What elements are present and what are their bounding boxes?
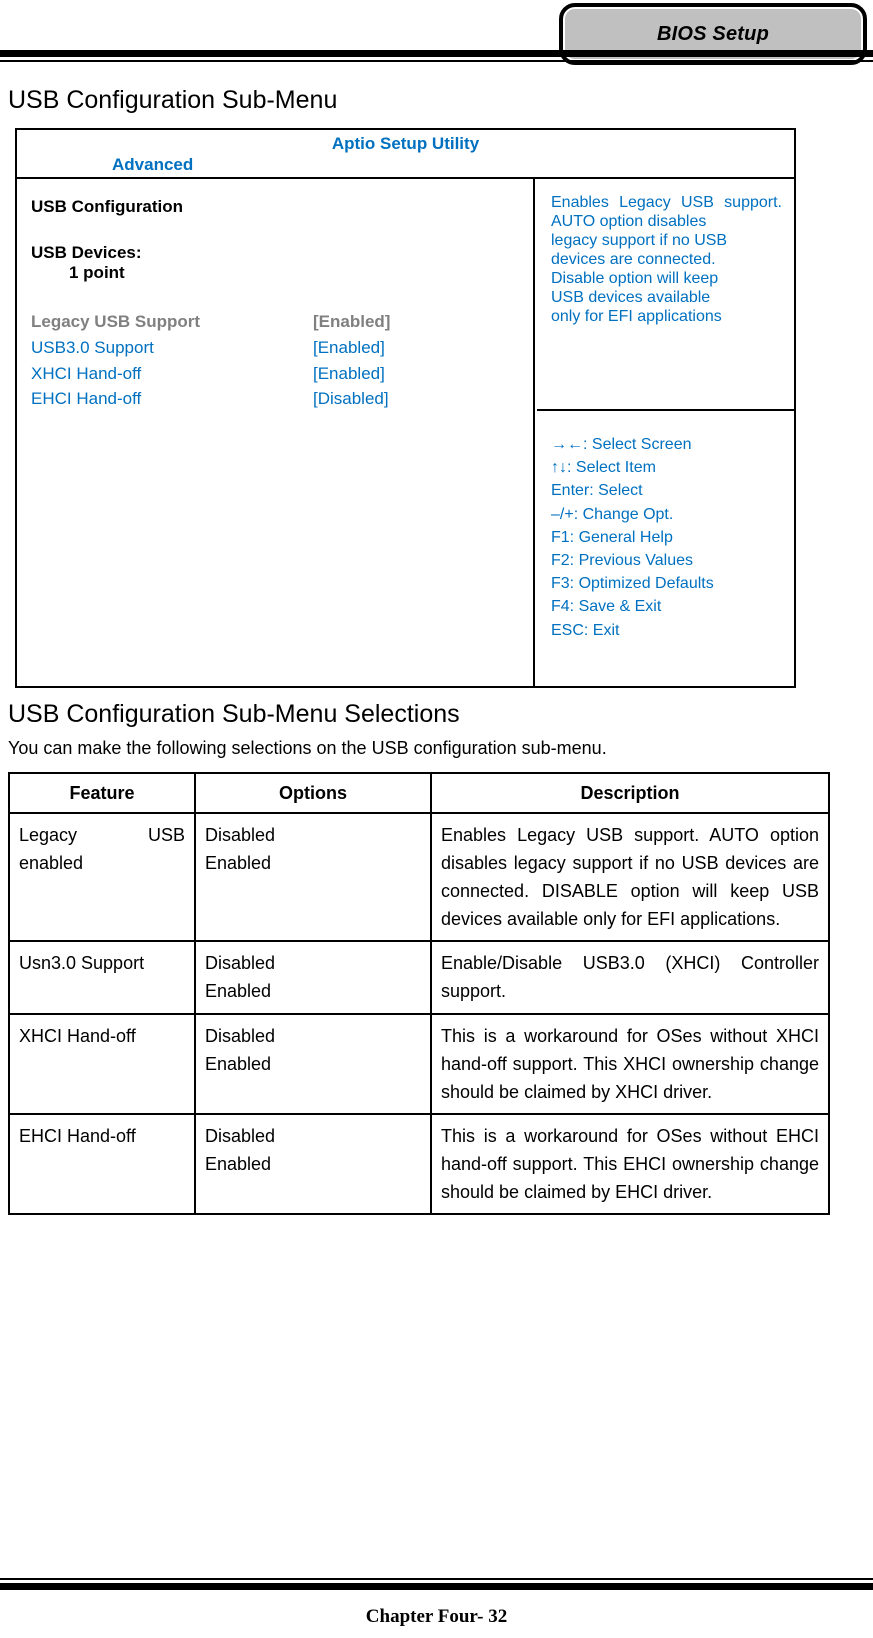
option-value: Disabled	[205, 825, 276, 846]
cell-feature: XHCI Hand-off	[8, 1012, 196, 1115]
header-rule-thick	[0, 50, 873, 57]
bios-menu-tab-advanced[interactable]: Advanced	[112, 155, 193, 175]
bios-key-select-item: ↑↓: Select Item	[551, 459, 656, 477]
cell-description: This is a workaround for OSes without XH…	[430, 1012, 830, 1115]
bios-option-name: USB3.0 Support	[31, 337, 154, 357]
footer-rule-thick	[0, 1583, 873, 1590]
page-title-usb-configuration-sub-menu: USB Configuration Sub-Menu	[8, 86, 338, 114]
bios-side-pane: Enables Legacy USB support. AUTO option …	[537, 179, 796, 686]
bios-option-name: EHCI Hand-off	[31, 389, 142, 409]
section-title-selections: USB Configuration Sub-Menu Selections	[8, 700, 460, 728]
bios-settings-pane: USB Configuration USB Devices: 1 point L…	[17, 179, 535, 686]
description-last-line: for EFI applications.	[621, 909, 781, 930]
bios-section-title: USB Configuration	[31, 197, 184, 216]
page-header: BIOS Setup	[0, 0, 873, 72]
bios-option-name: XHCI Hand-off	[31, 363, 142, 383]
cell-description: Enable/Disable USB3.0 (XHCI) Controller …	[430, 940, 830, 1015]
cell-feature: Usn3.0 Support	[8, 940, 196, 1015]
table-row: XHCI Hand-off Disabled Enabled This is a…	[8, 1012, 830, 1115]
bios-option-row-ehci-hand-off[interactable]: EHCI Hand-off [Disabled]	[31, 386, 519, 412]
bios-body: USB Configuration USB Devices: 1 point L…	[17, 179, 796, 686]
bios-help-line: only for EFI applications	[551, 308, 722, 326]
table-row: Usn3.0 Support Disabled Enabled Enable/D…	[8, 940, 830, 1015]
bios-help-line: USB devices available	[551, 289, 711, 307]
bios-titlebar: Aptio Setup Utility Advanced	[17, 130, 794, 179]
column-header-feature: Feature	[8, 771, 196, 815]
bios-key-esc-exit: ESC: Exit	[551, 621, 620, 639]
column-header-description: Description	[430, 771, 830, 815]
table-row: Legacy USB enabled Disabled Enabled Enab…	[8, 812, 830, 943]
bios-screen-panel: Aptio Setup Utility Advanced USB Configu…	[15, 128, 796, 688]
description-text: Enable/Disable USB3.0 (XHCI)	[441, 953, 721, 974]
bios-option-value: [Enabled]	[313, 337, 385, 357]
bios-key-enter-select: Enter: Select	[551, 482, 643, 500]
bios-help-line: devices are connected.	[551, 251, 716, 269]
column-header-options: Options	[194, 771, 432, 815]
bios-option-row-xhci-hand-off[interactable]: XHCI Hand-off [Enabled]	[31, 361, 519, 387]
bios-setup-badge-label: BIOS Setup	[656, 22, 769, 45]
option-value: Disabled	[205, 953, 276, 974]
option-value: Enabled	[205, 1153, 272, 1174]
table-header-row: Feature Options Description	[8, 771, 830, 815]
bios-help-line: legacy support if no USB	[551, 232, 728, 250]
bios-utility-title: Aptio Setup Utility	[331, 134, 480, 153]
option-value: Disabled	[205, 1125, 276, 1146]
selections-intro-text: You can make the following selections on…	[8, 738, 607, 758]
cell-feature: Legacy USB enabled	[8, 812, 196, 943]
bios-options-list: Legacy USB Support [Enabled] USB3.0 Supp…	[31, 309, 519, 412]
bios-option-row-legacy-usb-support[interactable]: Legacy USB Support [Enabled]	[31, 309, 519, 335]
cell-options: Disabled Enabled	[194, 812, 432, 943]
bios-key-select-screen: →←: Select Screen	[551, 436, 692, 453]
bios-help-line: AUTO option disables	[551, 213, 707, 231]
footer-rule-thin	[0, 1578, 873, 1580]
bios-key-f4-save-exit: F4: Save & Exit	[551, 598, 662, 616]
bios-help-pane: Enables Legacy USB support. AUTO option …	[537, 179, 796, 411]
bios-key-f2-previous-values: F2: Previous Values	[551, 551, 693, 569]
option-value: Enabled	[205, 853, 272, 874]
bios-option-value: [Enabled]	[313, 312, 391, 331]
table-row: EHCI Hand-off Disabled Enabled This is a…	[8, 1112, 830, 1216]
bios-option-name: Legacy USB Support	[31, 312, 201, 331]
bios-key-change-opt: –/+: Change Opt.	[551, 505, 674, 523]
bios-help-line: Enables Legacy USB support.	[551, 194, 782, 211]
bios-key-f1-general-help: F1: General Help	[551, 528, 673, 546]
description-last-line: driver.	[663, 1081, 713, 1102]
bios-usb-devices-value: 1 point	[69, 263, 125, 282]
selections-table: Feature Options Description Legacy USB e…	[8, 771, 830, 1216]
option-value: Enabled	[205, 1053, 272, 1074]
cell-feature: EHCI Hand-off	[8, 1112, 196, 1216]
bios-key-f3-optimized-defaults: F3: Optimized Defaults	[551, 575, 714, 593]
cell-options: Disabled Enabled	[194, 1012, 432, 1115]
bios-help-line: Disable option will keep	[551, 270, 719, 288]
description-text: This is a workaround for OSes without XH…	[441, 1025, 819, 1102]
bios-option-value: [Enabled]	[313, 363, 385, 383]
cell-options: Disabled Enabled	[194, 940, 432, 1015]
cell-options: Disabled Enabled	[194, 1112, 432, 1216]
bios-usb-devices-label: USB Devices:	[31, 243, 142, 262]
bios-option-value: [Disabled]	[313, 389, 389, 409]
footer-page-label: Chapter Four- 32	[365, 1606, 508, 1627]
option-value: Disabled	[205, 1025, 276, 1046]
description-text: This is a workaround for OSes without EH…	[441, 1125, 819, 1202]
header-rule-thin	[0, 60, 873, 62]
description-last-line: driver.	[663, 1181, 713, 1202]
option-value: Enabled	[205, 981, 272, 1002]
bios-option-row-usb30-support[interactable]: USB3.0 Support [Enabled]	[31, 335, 519, 361]
cell-description: Enables Legacy USB support. AUTO option …	[430, 812, 830, 943]
bios-key-legend-pane: →←: Select Screen ↑↓: Select Item Enter:…	[537, 411, 796, 686]
cell-description: This is a workaround for OSes without EH…	[430, 1112, 830, 1216]
